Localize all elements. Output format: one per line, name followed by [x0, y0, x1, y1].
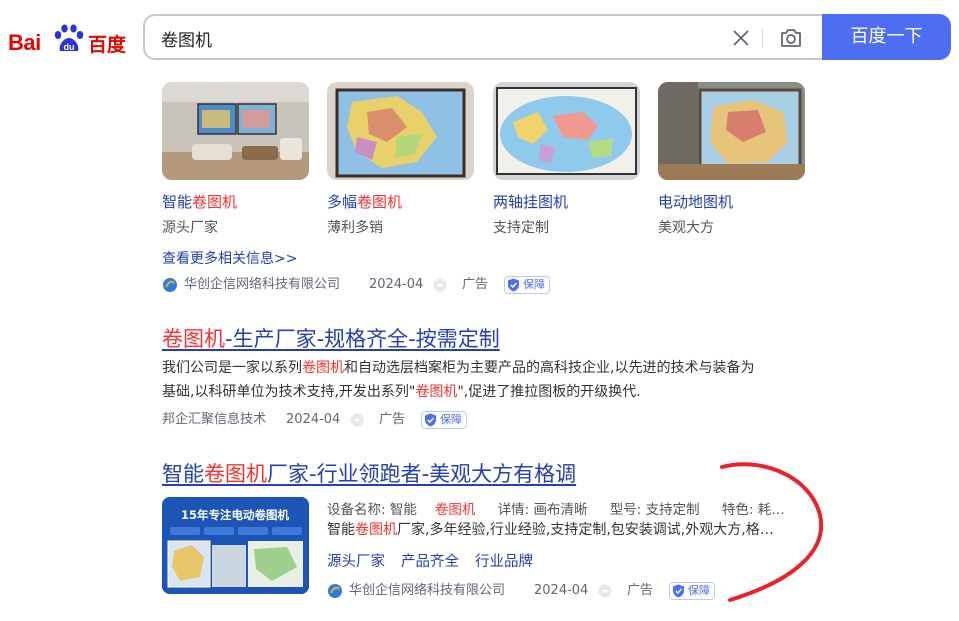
search-divider	[762, 28, 763, 48]
dropdown-icon[interactable]	[433, 278, 447, 292]
source-date: 2024-04	[534, 583, 589, 598]
baidu-logo[interactable]: Bai du 百度	[6, 18, 128, 58]
card-title-4[interactable]: 电动地图机	[658, 191, 733, 212]
card-sub-2: 薄利多销	[327, 220, 383, 236]
tag-link-full-range[interactable]: 产品齐全	[401, 550, 459, 571]
guarantee-badge[interactable]: 保障	[421, 411, 467, 429]
card-image-1[interactable]	[162, 82, 309, 180]
source-company[interactable]: 华创企信网络科技有限公司	[184, 275, 340, 295]
shield-check-icon	[673, 584, 684, 598]
card-title-1[interactable]: 智能卷图机	[162, 191, 237, 212]
paw-icon: du	[54, 24, 84, 52]
logo-du: du	[64, 42, 75, 52]
result-2-title-link[interactable]: 卷图机-生产厂家-规格齐全-按需定制	[162, 323, 500, 353]
thumb-caption: 15年专注电动卷图机	[181, 508, 290, 522]
source-date: 2024-04	[286, 412, 341, 427]
meta-model: 型号: 支持定制	[609, 502, 700, 518]
search-button[interactable]: 百度一下	[822, 14, 951, 60]
ad-label: 广告	[627, 583, 654, 598]
card-image-2[interactable]	[327, 82, 474, 180]
ad-label: 广告	[462, 277, 489, 292]
result-3-thumbnail[interactable]: 15年专注电动卷图机	[162, 497, 309, 594]
guarantee-badge[interactable]: 保障	[504, 276, 550, 294]
more-info-link[interactable]: 查看更多相关信息>>	[162, 248, 297, 268]
card-sub-4: 美观大方	[658, 220, 714, 236]
tag-link-source-factory[interactable]: 源头厂家	[327, 550, 385, 571]
logo-bai: Bai	[8, 30, 41, 55]
source-row-3: 华创企信网络科技有限公司 2024-04 广告 保障	[327, 581, 747, 601]
card-title-3[interactable]: 两轴挂图机	[493, 191, 568, 212]
logo-cn: 百度	[88, 34, 127, 56]
source-date: 2024-04	[369, 277, 424, 292]
source-company[interactable]: 邦企汇聚信息技术	[162, 410, 266, 430]
tag-link-industry-brand[interactable]: 行业品牌	[475, 550, 533, 571]
result-2-snippet-line-1: 我们公司是一家以系列卷图机和自动选层档案柜为主要产品的高科技企业,以先进的技术与…	[162, 360, 755, 376]
source-row-2: 邦企汇聚信息技术 2024-04 广告 保障	[162, 410, 492, 430]
result-3-title-link[interactable]: 智能卷图机厂家-行业领跑者-美观大方有格调	[162, 458, 576, 488]
card-image-3[interactable]	[493, 82, 640, 180]
shield-check-icon	[425, 413, 436, 427]
card-sub-3: 支持定制	[493, 220, 549, 236]
search-box	[143, 14, 823, 60]
card-image-4[interactable]	[658, 82, 805, 180]
meta-device: 设备名称: 智能 卷图机	[327, 502, 476, 518]
red-annotation-curve	[720, 462, 824, 602]
card-title-2[interactable]: 多幅卷图机	[327, 191, 402, 212]
card-sub-1: 源头厂家	[162, 220, 218, 236]
ad-label: 广告	[379, 412, 406, 427]
source-row-1: 华创企信网络科技有限公司 2024-04 广告 保障	[162, 275, 582, 295]
camera-icon[interactable]	[779, 27, 803, 49]
meta-detail: 详情: 画布清晰	[497, 502, 588, 518]
clear-icon[interactable]	[731, 28, 751, 48]
dropdown-icon[interactable]	[598, 584, 612, 598]
source-company[interactable]: 华创企信网络科技有限公司	[349, 581, 505, 601]
site-favicon-icon	[163, 278, 177, 292]
search-input[interactable]	[161, 26, 701, 50]
result-2-snippet-line-2: 基础,以科研单位为技术支持,开发出系列"卷图机",促进了推拉图板的开级换代.	[162, 384, 641, 400]
site-favicon-icon	[328, 584, 342, 598]
dropdown-icon[interactable]	[350, 413, 364, 427]
shield-check-icon	[508, 278, 519, 292]
